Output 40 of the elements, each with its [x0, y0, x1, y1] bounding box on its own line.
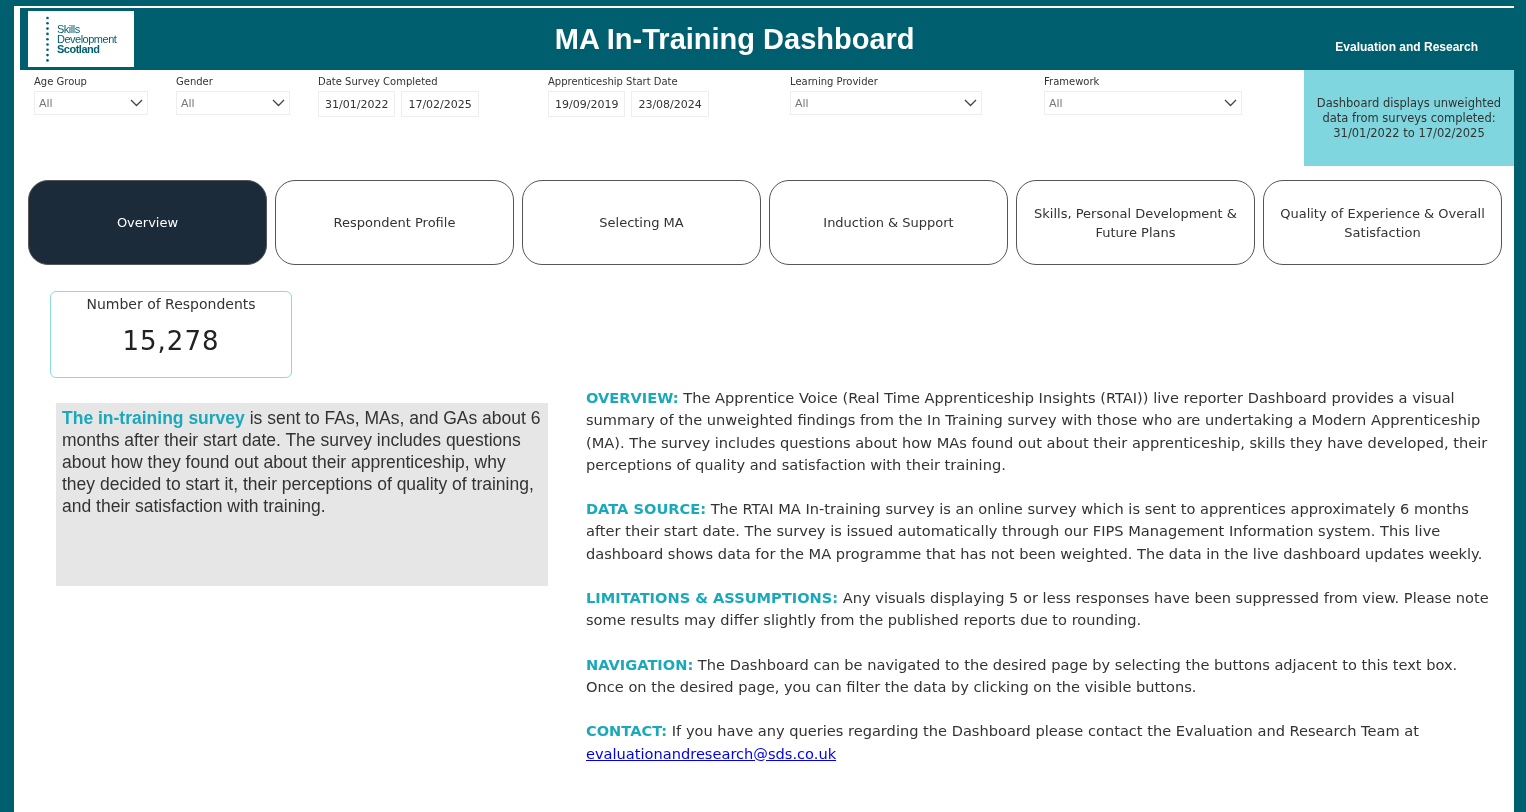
dropdown-field[interactable]: All [1044, 91, 1242, 115]
logo-text: Skills [57, 24, 81, 34]
date-field[interactable]: 17/02/2025 [401, 91, 479, 117]
filter-label: Apprenticeship Start Date [548, 76, 679, 87]
filter-label: Age Group [34, 76, 88, 87]
intro-text: The in-training survey is sent to FAs, MAs, and GAs about 6 months after their start date. The survey includes questions about how they found out about their apprenticeship, why they decided to start it, their perceptions of quality of training, and their satisfaction with training. [56, 403, 548, 586]
dropdown-field[interactable]: All [176, 91, 290, 115]
logo-text: Scotland [57, 44, 100, 54]
kpi-value: 15,278 [122, 326, 220, 356]
nav-tab[interactable]: Overview [28, 180, 267, 265]
chevron-down-icon [1224, 99, 1237, 107]
dropdown-field[interactable]: All [790, 91, 982, 115]
header-subtitle: Evaluation and Research [1335, 40, 1478, 54]
date-field[interactable]: 19/09/2019 [548, 91, 626, 117]
date-field[interactable]: 23/08/2024 [631, 91, 709, 117]
info-paragraph: NAVIGATION: The Dashboard can be navigated to the desired page by selecting the buttons adjacent to this text box. Once on the desired page, you can filter the data by clicking on the visible buttons. [586, 654, 1459, 697]
info-paragraph: DATA SOURCE: The RTAI MA In-training survey is an online survey which is sent to apprentices approximately 6 months after their start date. The survey is issued automatically through our FIPS Management Information system. This live dashboard shows data for the MA programme that has not been weighted. The data in the live dashboard updates weekly. [586, 499, 1484, 564]
dashboard-title: MA In-Training Dashboard [553, 22, 916, 56]
nav-tab[interactable]: Induction & Support [769, 180, 1008, 265]
logo-text: Development [57, 34, 117, 44]
info-note: Dashboard displays unweighted data from surveys completed: 31/01/2022 to 17/02/2025 [1304, 70, 1514, 166]
nav-tab[interactable]: Selecting MA [522, 180, 761, 265]
nav-tab[interactable]: Respondent Profile [275, 180, 514, 265]
filter-label: Learning Provider [790, 76, 879, 87]
filter-label: Date Survey Completed [318, 76, 439, 87]
dropdown-field[interactable]: All [34, 91, 148, 115]
email-link[interactable]: evaluationandresearch@sds.co.uk [586, 744, 837, 762]
filter-label: Framework [1044, 76, 1101, 87]
nav-tab[interactable]: Skills, Personal Development & Future Plans [1016, 180, 1255, 265]
info-paragraph: OVERVIEW: The Apprentice Voice (Real Time Apprenticeship Insights (RTAI)) live reporter Dashboard provides a visual summary of the unweighted findings from the In Training survey with those who are undertaking a Modern Apprenticeship (MA). The survey includes questions about how MAs found out about their apprenticeship, skills they have developed, their perceptions of quality and satisfaction with their training. [586, 388, 1489, 475]
info-paragraph: LIMITATIONS & ASSUMPTIONS: Any visuals displaying 5 or less responses have been suppressed from view. Please note some results may differ slightly from the published reports due to rounding. [586, 588, 1490, 631]
dotted-line-icon [46, 15, 49, 63]
nav-tab[interactable]: Quality of Experience & Overall Satisfaction [1263, 180, 1502, 265]
filter-label: Gender [176, 76, 214, 87]
date-field[interactable]: 31/01/2022 [318, 91, 396, 117]
info-paragraph: CONTACT: If you have any queries regarding the Dashboard please contact the Evaluation and Research Team at evaluationandresearch@sds.co.uk [586, 721, 1420, 764]
chevron-down-icon [964, 99, 977, 107]
chevron-down-icon [130, 99, 143, 107]
chevron-down-icon [272, 99, 285, 107]
kpi-label: Number of Respondents [86, 296, 256, 312]
